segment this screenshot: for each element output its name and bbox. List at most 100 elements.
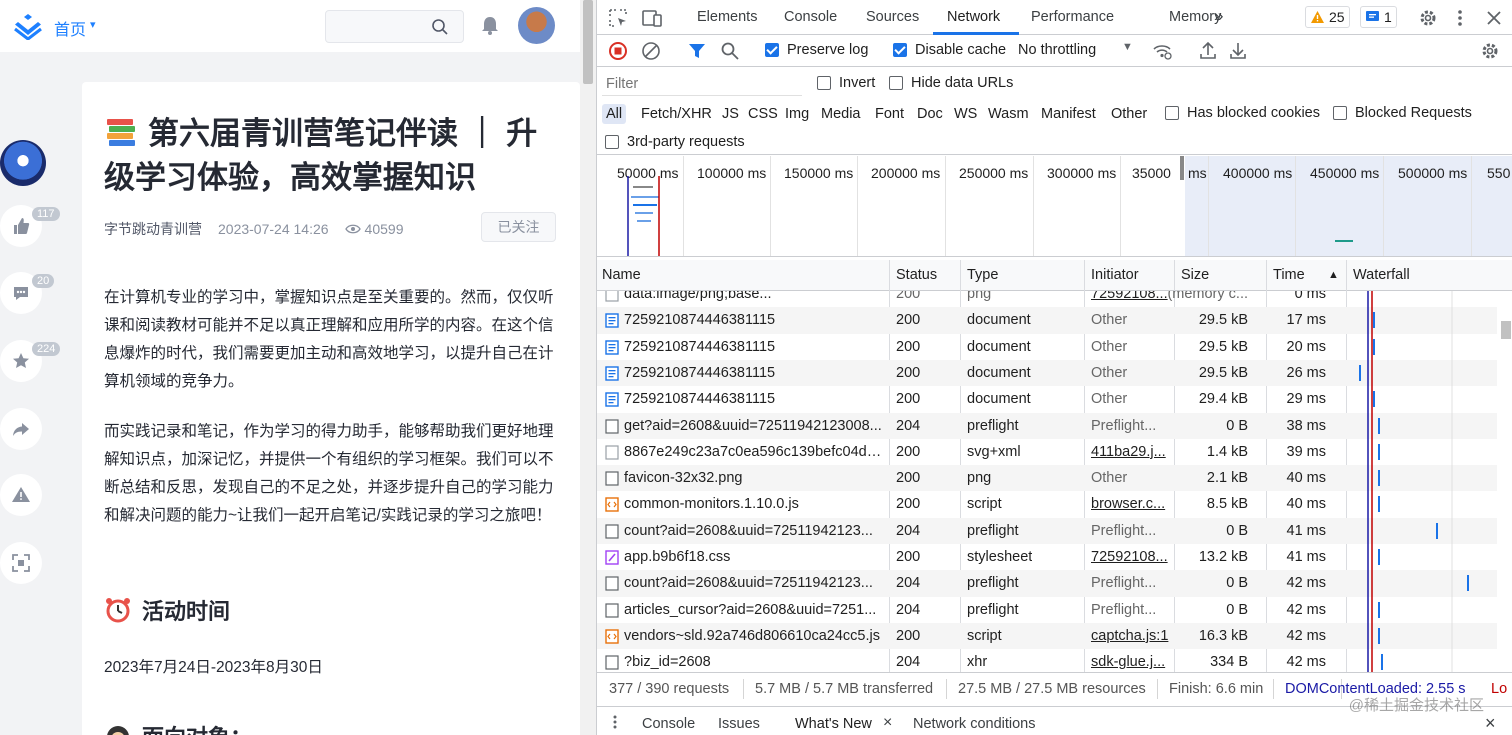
filter-type-manifest[interactable]: Manifest — [1037, 104, 1100, 124]
tab-network[interactable]: Network — [947, 9, 1000, 25]
invert-checkbox[interactable] — [817, 76, 831, 90]
inspect-element-icon[interactable] — [607, 7, 629, 29]
user-avatar[interactable] — [518, 7, 555, 44]
column-header-type[interactable]: Type — [967, 267, 998, 283]
blocked-requests-label[interactable]: Blocked Requests — [1355, 105, 1472, 121]
scrollbar-thumb[interactable] — [1501, 321, 1511, 339]
request-initiator[interactable]: browser.c... — [1091, 496, 1171, 512]
network-conditions-icon[interactable] — [1151, 40, 1173, 62]
request-name[interactable]: app.b9b6f18.css — [624, 549, 884, 565]
search-icon[interactable] — [719, 40, 741, 62]
close-devtools-icon[interactable] — [1483, 7, 1505, 29]
report-button[interactable] — [0, 474, 42, 516]
request-initiator[interactable]: 72592108... — [1091, 549, 1171, 565]
messages-badge[interactable]: 1 — [1360, 6, 1397, 28]
author-avatar[interactable] — [0, 140, 46, 186]
invert-label[interactable]: Invert — [839, 75, 875, 91]
clear-icon[interactable] — [640, 40, 662, 62]
request-name[interactable]: articles_cursor?aid=2608&uuid=7251... — [624, 602, 884, 618]
more-tabs-icon[interactable]: » — [1214, 6, 1223, 26]
throttling-select[interactable]: No throttling — [1018, 42, 1096, 58]
author-name[interactable]: 字节跳动青训营 — [104, 219, 202, 239]
site-search[interactable] — [325, 10, 464, 43]
fullscreen-button[interactable] — [0, 542, 42, 584]
filter-icon[interactable] — [686, 40, 708, 62]
drawer-tab-what-s-new[interactable]: What's New — [795, 716, 872, 732]
request-name[interactable]: common-monitors.1.10.0.js — [624, 496, 884, 512]
import-har-icon[interactable] — [1197, 40, 1219, 62]
page-scrollbar[interactable] — [580, 0, 596, 735]
drawer-tab-console[interactable]: Console — [642, 716, 695, 732]
filter-type-font[interactable]: Font — [871, 104, 908, 124]
third-party-checkbox[interactable] — [605, 135, 619, 149]
tab-console[interactable]: Console — [784, 9, 837, 25]
device-toolbar-icon[interactable] — [641, 7, 663, 29]
filter-type-ws[interactable]: WS — [950, 104, 981, 124]
warnings-badge[interactable]: 25 — [1305, 6, 1350, 28]
column-header-status[interactable]: Status — [896, 267, 937, 283]
request-name[interactable]: 7259210874446381115 — [624, 391, 884, 407]
search-input[interactable] — [332, 17, 422, 37]
preserve-log-label[interactable]: Preserve log — [787, 42, 868, 58]
close-whats-new-icon[interactable]: × — [883, 714, 892, 732]
third-party-label[interactable]: 3rd-party requests — [627, 134, 745, 150]
filter-type-all[interactable]: All — [602, 104, 627, 124]
disable-cache-checkbox[interactable] — [893, 43, 907, 57]
request-initiator[interactable]: captcha.js:1 — [1091, 628, 1171, 644]
has-blocked-cookies-checkbox[interactable] — [1165, 106, 1179, 120]
request-name[interactable]: ?biz_id=2608 — [624, 654, 884, 670]
export-har-icon[interactable] — [1227, 40, 1249, 62]
juejin-logo-icon[interactable] — [12, 12, 44, 40]
settings-gear-icon[interactable] — [1417, 7, 1439, 29]
column-header-size[interactable]: Size — [1181, 267, 1209, 283]
scrollbar-thumb[interactable] — [583, 0, 593, 84]
request-name[interactable]: favicon-32x32.png — [624, 470, 884, 486]
close-drawer-icon[interactable]: × — [1485, 713, 1496, 734]
filter-type-wasm[interactable]: Wasm — [984, 104, 1033, 124]
chevron-down-icon[interactable]: ▾ — [90, 18, 96, 31]
follow-button[interactable]: 已关注 — [481, 212, 556, 242]
hide-data-urls-label[interactable]: Hide data URLs — [911, 75, 1013, 91]
request-initiator[interactable]: sdk-glue.j... — [1091, 654, 1171, 670]
filter-type-media[interactable]: Media — [817, 104, 865, 124]
request-name[interactable]: 7259210874446381115 — [624, 312, 884, 328]
column-header-initiator[interactable]: Initiator — [1091, 267, 1139, 283]
home-link[interactable]: 首页 — [54, 16, 86, 40]
filter-type-other[interactable]: Other — [1107, 104, 1151, 124]
request-name[interactable]: 8867e249c23a7c0ea596c139befc04d7... — [624, 444, 884, 460]
column-header-waterfall[interactable]: Waterfall — [1353, 267, 1410, 283]
drawer-menu-icon[interactable] — [611, 714, 619, 730]
sort-ascending-icon[interactable]: ▲ — [1328, 269, 1339, 281]
filter-type-fetch-xhr[interactable]: Fetch/XHR — [637, 104, 716, 124]
table-scrollbar[interactable] — [1499, 291, 1512, 672]
request-name[interactable]: 7259210874446381115 — [624, 365, 884, 381]
request-initiator[interactable]: 411ba29.j... — [1091, 444, 1171, 460]
request-name[interactable]: get?aid=2608&uuid=72511942123008... — [624, 418, 884, 434]
filter-type-doc[interactable]: Doc — [913, 104, 947, 124]
more-options-icon[interactable] — [1449, 7, 1471, 29]
disable-cache-label[interactable]: Disable cache — [915, 42, 1006, 58]
has-blocked-cookies-label[interactable]: Has blocked cookies — [1187, 105, 1320, 121]
bell-icon[interactable] — [479, 14, 501, 36]
search-icon[interactable] — [431, 18, 449, 36]
drawer-tab-issues[interactable]: Issues — [718, 716, 760, 732]
filter-type-js[interactable]: JS — [718, 104, 743, 124]
blocked-requests-checkbox[interactable] — [1333, 106, 1347, 120]
request-initiator[interactable]: 72592108... — [1091, 291, 1171, 302]
network-overview[interactable]: 50000 ms 100000 ms 150000 ms 200000 ms 25000… — [597, 156, 1512, 257]
column-header-time[interactable]: Time — [1273, 267, 1305, 283]
network-settings-icon[interactable] — [1479, 40, 1501, 62]
request-name[interactable]: count?aid=2608&uuid=72511942123... — [624, 523, 884, 539]
request-name[interactable]: 7259210874446381115 — [624, 339, 884, 355]
hide-data-urls-checkbox[interactable] — [889, 76, 903, 90]
record-stop-icon[interactable] — [607, 40, 629, 62]
tab-sources[interactable]: Sources — [866, 9, 919, 25]
filter-type-css[interactable]: CSS — [744, 104, 782, 124]
request-name[interactable]: count?aid=2608&uuid=72511942123... — [624, 575, 884, 591]
request-name[interactable]: vendors~sld.92a746d806610ca24cc5.js — [624, 628, 884, 644]
request-name[interactable]: data:image/png;base... — [624, 291, 884, 302]
filter-type-img[interactable]: Img — [781, 104, 813, 124]
filter-input[interactable] — [602, 72, 802, 96]
chevron-down-icon[interactable]: ▼ — [1122, 41, 1133, 53]
column-header-name[interactable]: Name — [602, 267, 641, 283]
